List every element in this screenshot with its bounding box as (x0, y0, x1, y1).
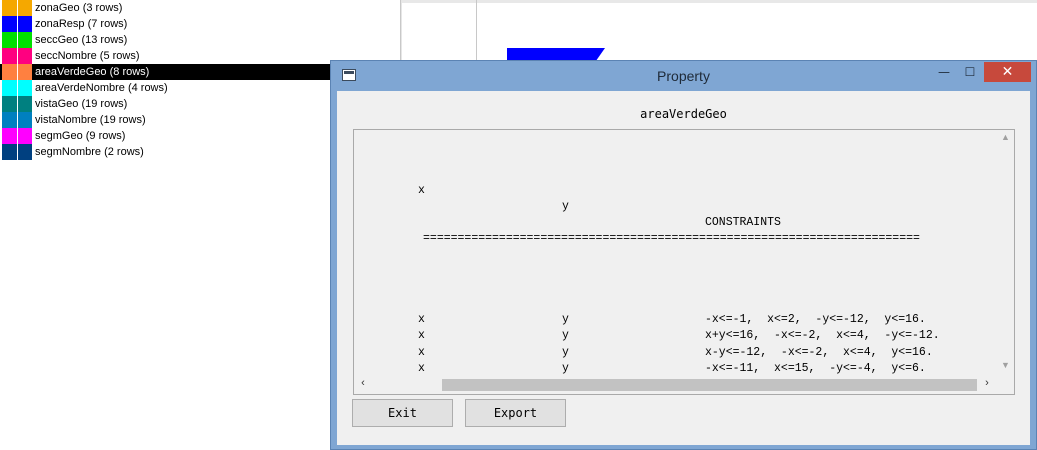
layer-label: zonaGeo (3 rows) (35, 2, 123, 14)
constraint-row: x y x+y<=16, -x<=-2, x<=4, -y<=-12. (354, 328, 998, 344)
layer-label: seccNombre (5 rows) (35, 50, 140, 62)
constraint-rows: x y -x<=-1, x<=2, -y<=-12, y<=16. x y x+y<=16… (354, 312, 998, 374)
scroll-right-icon[interactable]: › (980, 377, 994, 393)
layer-row[interactable]: seccGeo (13 rows) (0, 32, 400, 48)
layer-label: segmGeo (9 rows) (35, 130, 126, 142)
constraints-text: x y CONSTRAINTS ========================… (354, 134, 998, 374)
property-dialog: Property — ☐ ✕ areaVerdeGeo x y CONSTRAI… (330, 60, 1037, 450)
layer-row[interactable]: zonaResp (7 rows) (0, 16, 400, 32)
layer-color-swatch[interactable] (2, 48, 18, 64)
layer-fill-swatch[interactable] (18, 112, 32, 128)
layer-label: zonaResp (7 rows) (35, 18, 128, 30)
layer-fill-swatch[interactable] (18, 144, 32, 160)
header-y: y (562, 199, 569, 213)
layer-color-swatch[interactable] (2, 0, 18, 16)
header-x: x (418, 183, 425, 197)
horizontal-scroll-thumb[interactable] (442, 379, 977, 391)
header-row: x y CONSTRAINTS (354, 166, 998, 229)
constraint-row: x y x-y<=-12, -x<=-2, x<=4, y<=16. (354, 345, 998, 361)
layer-color-swatch[interactable] (2, 128, 18, 144)
scroll-left-icon[interactable]: ‹ (356, 377, 370, 393)
vertical-scrollbar[interactable]: ▲ ▼ (997, 130, 1014, 376)
layer-color-swatch[interactable] (2, 80, 18, 96)
layer-fill-swatch[interactable] (18, 80, 32, 96)
close-button[interactable]: ✕ (984, 62, 1031, 82)
layer-label: vistaNombre (19 rows) (35, 114, 146, 126)
dialog-titlebar[interactable]: Property — ☐ ✕ (331, 61, 1036, 91)
row-x: x (418, 313, 425, 327)
layer-label: seccGeo (13 rows) (35, 34, 128, 46)
layer-fill-swatch[interactable] (18, 64, 32, 80)
separator-row: ========================================… (354, 215, 998, 245)
horizontal-scrollbar[interactable]: ‹ › (354, 376, 1014, 394)
row-constraints: -x<=-1, x<=2, -y<=-12, y<=16. (705, 313, 926, 327)
maximize-button[interactable]: ☐ (957, 62, 983, 82)
row-x: x (418, 329, 425, 343)
layer-color-swatch[interactable] (2, 112, 18, 128)
row-x: x (418, 361, 425, 374)
layer-fill-swatch[interactable] (18, 48, 32, 64)
scrollbar-corner (997, 376, 1014, 394)
layer-fill-swatch[interactable] (18, 16, 32, 32)
layer-row[interactable]: zonaGeo (3 rows) (0, 0, 400, 16)
row-x: x (418, 345, 425, 359)
layer-color-swatch[interactable] (2, 96, 18, 112)
constraint-row: x y -x<=-11, x<=15, -y<=-4, y<=6. (354, 361, 998, 374)
row-y: y (562, 345, 569, 359)
layer-fill-swatch[interactable] (18, 0, 32, 16)
layer-label: segmNombre (2 rows) (35, 146, 144, 158)
layer-label: areaVerdeGeo (8 rows) (35, 66, 150, 78)
scroll-down-icon[interactable]: ▼ (997, 360, 1014, 374)
canvas-top-strip (402, 0, 1037, 3)
row-constraints: x+y<=16, -x<=-2, x<=4, -y<=-12. (705, 329, 940, 343)
layer-color-swatch[interactable] (2, 144, 18, 160)
layer-color-swatch[interactable] (2, 64, 18, 80)
layer-label: areaVerdeNombre (4 rows) (35, 82, 168, 94)
constraints-text-area[interactable]: x y CONSTRAINTS ========================… (353, 129, 1015, 395)
export-button[interactable]: Export (465, 399, 566, 427)
layer-fill-swatch[interactable] (18, 32, 32, 48)
layer-name-heading: areaVerdeGeo (640, 107, 727, 121)
layer-color-swatch[interactable] (2, 32, 18, 48)
layer-color-swatch[interactable] (2, 16, 18, 32)
scroll-up-icon[interactable]: ▲ (997, 132, 1014, 146)
row-y: y (562, 313, 569, 327)
layer-label: vistaGeo (19 rows) (35, 98, 128, 110)
constraint-row: x y -x<=-1, x<=2, -y<=-12, y<=16. (354, 312, 998, 328)
spacer-row (354, 264, 998, 280)
row-y: y (562, 329, 569, 343)
separator-line: ========================================… (423, 232, 920, 246)
row-constraints: x-y<=-12, -x<=-2, x<=4, y<=16. (705, 345, 933, 359)
exit-button[interactable]: Exit (352, 399, 453, 427)
minimize-button[interactable]: — (931, 62, 957, 82)
dialog-client-area: areaVerdeGeo x y CONSTRAINTS ===========… (337, 91, 1030, 445)
row-y: y (562, 361, 569, 374)
layer-fill-swatch[interactable] (18, 128, 32, 144)
layer-fill-swatch[interactable] (18, 96, 32, 112)
row-constraints: -x<=-11, x<=15, -y<=-4, y<=6. (705, 361, 926, 374)
